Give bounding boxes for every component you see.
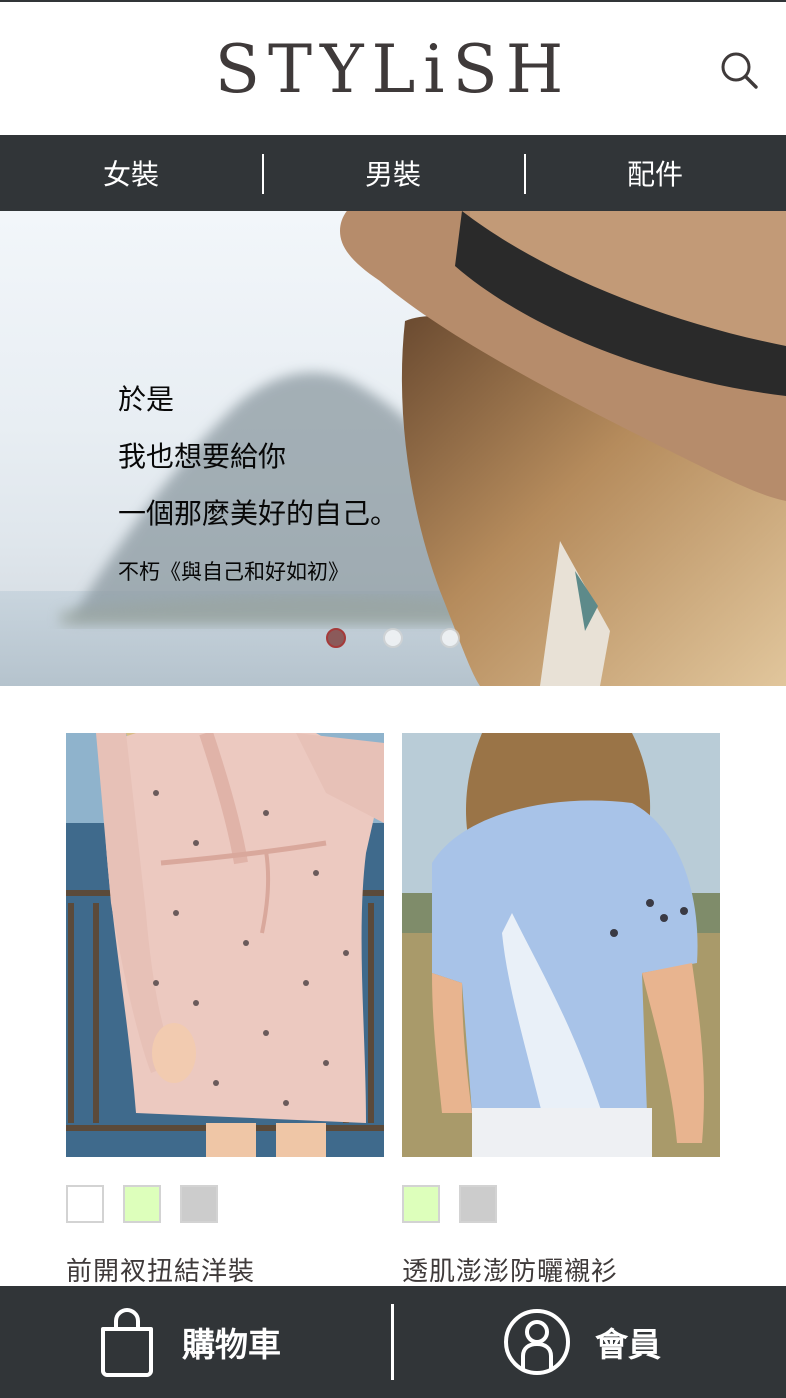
shopping-bag-icon (101, 1307, 153, 1377)
category-accessories[interactable]: 配件 (524, 135, 786, 211)
header: STYLiSH (0, 2, 786, 135)
color-swatch[interactable] (123, 1185, 161, 1223)
carousel-dot-2[interactable] (383, 628, 403, 648)
product-card[interactable]: 透肌澎澎防曬襯衫 (402, 733, 720, 1287)
product-card[interactable]: 前開衩扭結洋裝 (66, 733, 384, 1287)
product-name[interactable]: 前開衩扭結洋裝 (66, 1251, 255, 1288)
carousel-dot-1[interactable] (326, 628, 346, 648)
logo[interactable]: STYLiSH (0, 32, 786, 108)
member-icon (504, 1309, 570, 1375)
product-image[interactable] (402, 733, 720, 1157)
carousel-indicators (0, 628, 786, 650)
bottom-divider (391, 1304, 394, 1380)
product-name[interactable]: 透肌澎澎防曬襯衫 (402, 1251, 618, 1288)
carousel-dot-3[interactable] (440, 628, 460, 648)
product-image[interactable] (66, 733, 384, 1157)
hero-banner[interactable]: 於是 我也想要給你 一個那麼美好的自己。 不朽《與自己和好如初》 (0, 211, 786, 686)
hero-quote: 於是 我也想要給你 一個那麼美好的自己。 不朽《與自己和好如初》 (118, 371, 398, 586)
hero-line: 一個那麼美好的自己。 (118, 497, 399, 530)
hero-source: 不朽《與自己和好如初》 (118, 560, 349, 584)
member-button[interactable]: 會員 (503, 1286, 661, 1398)
color-swatch[interactable] (66, 1185, 104, 1223)
category-men[interactable]: 男裝 (262, 135, 524, 211)
color-swatch[interactable] (402, 1185, 440, 1223)
cart-button[interactable]: 購物車 (98, 1286, 281, 1398)
search-icon[interactable] (716, 48, 760, 92)
bottom-nav: 購物車 會員 (0, 1286, 786, 1398)
category-women[interactable]: 女裝 (0, 135, 262, 211)
color-swatch[interactable] (180, 1185, 218, 1223)
color-swatch[interactable] (459, 1185, 497, 1223)
member-label: 會員 (595, 1325, 661, 1364)
cart-label: 購物車 (182, 1325, 281, 1364)
hero-line: 於是 (118, 383, 175, 416)
hero-line: 我也想要給你 (118, 440, 287, 473)
category-nav: 女裝 男裝 配件 (0, 135, 786, 211)
